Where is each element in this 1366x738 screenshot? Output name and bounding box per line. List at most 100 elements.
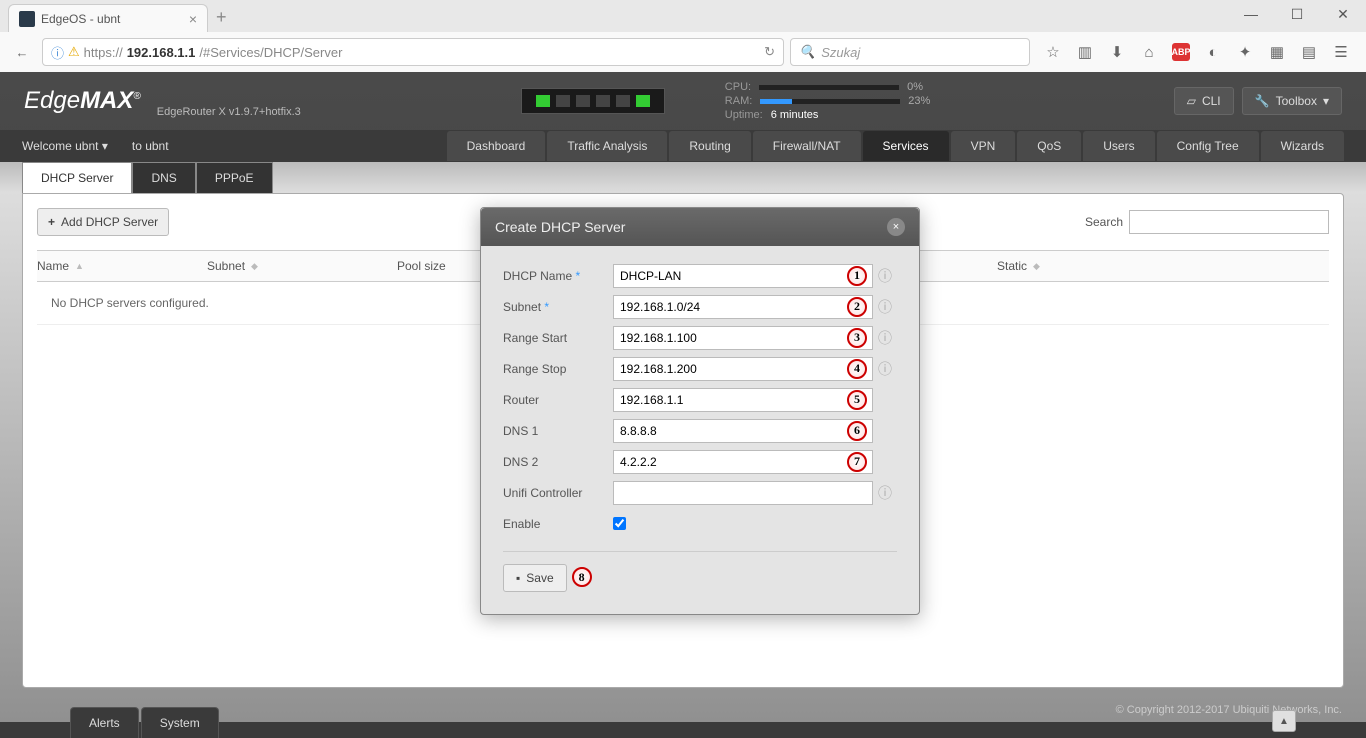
back-button[interactable]: ← xyxy=(8,38,36,66)
menu-icon[interactable]: ☰ xyxy=(1332,43,1350,61)
collapse-footer-button[interactable]: ▲ xyxy=(1272,710,1296,732)
port-2 xyxy=(576,95,590,107)
col-subnet[interactable]: Subnet xyxy=(207,259,245,273)
alerts-tab[interactable]: Alerts xyxy=(70,707,139,738)
dns2-label: DNS 2 xyxy=(503,455,613,469)
browser-tab[interactable]: EdgeOS - ubnt × xyxy=(8,4,208,32)
info-icon[interactable]: ⓘ xyxy=(873,328,897,348)
cli-button[interactable]: ▱CLI xyxy=(1174,87,1234,115)
dns2-input[interactable] xyxy=(613,450,873,474)
callout-2: 2 xyxy=(847,297,867,317)
sidebar-icon[interactable]: ▤ xyxy=(1300,43,1318,61)
search-placeholder: Szukaj xyxy=(821,45,860,60)
port-0 xyxy=(536,95,550,107)
sub-tab-dhcpserver[interactable]: DHCP Server xyxy=(22,162,132,193)
app-header: EdgeMAX® EdgeRouter X v1.9.7+hotfix.3 CP… xyxy=(0,72,1366,130)
main-tab-users[interactable]: Users xyxy=(1083,131,1154,161)
userbar: Welcome ubnt ▾ to ubnt DashboardTraffic … xyxy=(0,130,1366,162)
info-icon[interactable]: ⓘ xyxy=(873,266,897,286)
port-4 xyxy=(616,95,630,107)
callout-3: 3 xyxy=(847,328,867,348)
ext-icon-1[interactable]: ◐ xyxy=(1204,43,1222,61)
url-scheme: https:// xyxy=(84,45,123,60)
col-name[interactable]: Name xyxy=(37,259,69,273)
callout-4: 4 xyxy=(847,359,867,379)
close-modal-button[interactable]: × xyxy=(887,218,905,236)
edgemax-app: EdgeMAX® EdgeRouter X v1.9.7+hotfix.3 CP… xyxy=(0,72,1366,738)
col-poolsize[interactable]: Pool size xyxy=(397,259,446,273)
search-icon: 🔍 xyxy=(799,44,815,60)
maximize-button[interactable]: ☐ xyxy=(1274,0,1320,28)
dns1-input[interactable] xyxy=(613,419,873,443)
unifi-input[interactable] xyxy=(613,481,873,505)
main-tab-dashboard[interactable]: Dashboard xyxy=(447,131,546,161)
new-tab-button[interactable]: + xyxy=(208,3,235,32)
url-host: 192.168.1.1 xyxy=(127,45,196,60)
minimize-button[interactable]: — xyxy=(1228,0,1274,28)
bookmark-icon[interactable]: ☆ xyxy=(1044,43,1062,61)
main-tab-qos[interactable]: QoS xyxy=(1017,131,1081,161)
main-tab-services[interactable]: Services xyxy=(863,131,949,161)
info-icon[interactable]: ⓘ xyxy=(873,359,897,379)
toolbox-button[interactable]: 🔧Toolbox▾ xyxy=(1242,87,1342,115)
system-tab[interactable]: System xyxy=(141,707,219,738)
info-icon[interactable]: ⓘ xyxy=(873,297,897,317)
dhcp-name-input[interactable] xyxy=(613,264,873,288)
save-button[interactable]: ▪ Save 8 xyxy=(503,564,567,592)
port-5 xyxy=(636,95,650,107)
browser-search[interactable]: 🔍 Szukaj xyxy=(790,38,1030,66)
main-tab-configtree[interactable]: Config Tree xyxy=(1157,131,1259,161)
ext-icon-3[interactable]: ▦ xyxy=(1268,43,1286,61)
range-start-label: Range Start xyxy=(503,331,613,345)
home-icon[interactable]: ⌂ xyxy=(1140,43,1158,61)
main-tab-routing[interactable]: Routing xyxy=(669,131,750,161)
col-static[interactable]: Static xyxy=(997,259,1027,273)
library-icon[interactable]: ▥ xyxy=(1076,43,1094,61)
uptime-value: 6 minutes xyxy=(771,109,819,121)
welcome-label[interactable]: Welcome ubnt ▾ xyxy=(22,139,108,153)
close-tab-icon[interactable]: × xyxy=(189,11,197,27)
range-start-input[interactable] xyxy=(613,326,873,350)
sort-icon: ▲ xyxy=(75,261,84,271)
range-stop-label: Range Stop xyxy=(503,362,613,376)
reload-icon[interactable]: ↻ xyxy=(764,44,775,60)
cpu-label: CPU: xyxy=(725,81,751,93)
main-tab-trafficanalysis[interactable]: Traffic Analysis xyxy=(547,131,667,161)
sub-tab-dns[interactable]: DNS xyxy=(132,162,195,193)
range-stop-input[interactable] xyxy=(613,357,873,381)
adblock-icon[interactable]: ABP xyxy=(1172,43,1190,61)
callout-7: 7 xyxy=(847,452,867,472)
cpu-value: 0% xyxy=(907,81,937,93)
callout-1: 1 xyxy=(847,266,867,286)
unifi-label: Unifi Controller xyxy=(503,486,613,500)
download-icon[interactable]: ⬇ xyxy=(1108,43,1126,61)
callout-6: 6 xyxy=(847,421,867,441)
main-tab-firewallnat[interactable]: Firewall/NAT xyxy=(753,131,861,161)
wrench-icon: 🔧 xyxy=(1255,94,1270,108)
router-input[interactable] xyxy=(613,388,873,412)
info-icon[interactable]: ⓘ xyxy=(873,483,897,503)
info-icon[interactable]: ⓘ xyxy=(51,43,64,62)
main-tab-vpn[interactable]: VPN xyxy=(951,131,1016,161)
subnet-label: Subnet * xyxy=(503,300,613,314)
main-tab-wizards[interactable]: Wizards xyxy=(1261,131,1344,161)
address-bar[interactable]: ⓘ ⚠ https://192.168.1.1/#Services/DHCP/S… xyxy=(42,38,784,66)
search-label: Search xyxy=(1085,215,1123,229)
modal-titlebar: Create DHCP Server × xyxy=(481,208,919,246)
callout-5: 5 xyxy=(847,390,867,410)
ram-value: 23% xyxy=(908,95,938,107)
browser-chrome: — ☐ ✕ EdgeOS - ubnt × + ← ⓘ ⚠ https://19… xyxy=(0,0,1366,73)
save-button-label: Save xyxy=(526,571,553,585)
sub-tab-pppoe[interactable]: PPPoE xyxy=(196,162,273,193)
enable-checkbox[interactable] xyxy=(613,517,626,530)
uptime-label: Uptime: xyxy=(725,109,763,121)
ram-label: RAM: xyxy=(725,95,753,107)
add-dhcp-server-button[interactable]: Add DHCP Server xyxy=(37,208,169,236)
dhcp-search-input[interactable] xyxy=(1129,210,1329,234)
chevron-down-icon: ▾ xyxy=(102,139,108,153)
hostname-label: to ubnt xyxy=(132,139,169,153)
create-dhcp-modal: Create DHCP Server × DHCP Name *1ⓘ Subne… xyxy=(480,207,920,615)
ext-icon-2[interactable]: ✦ xyxy=(1236,43,1254,61)
close-window-button[interactable]: ✕ xyxy=(1320,0,1366,28)
subnet-input[interactable] xyxy=(613,295,873,319)
